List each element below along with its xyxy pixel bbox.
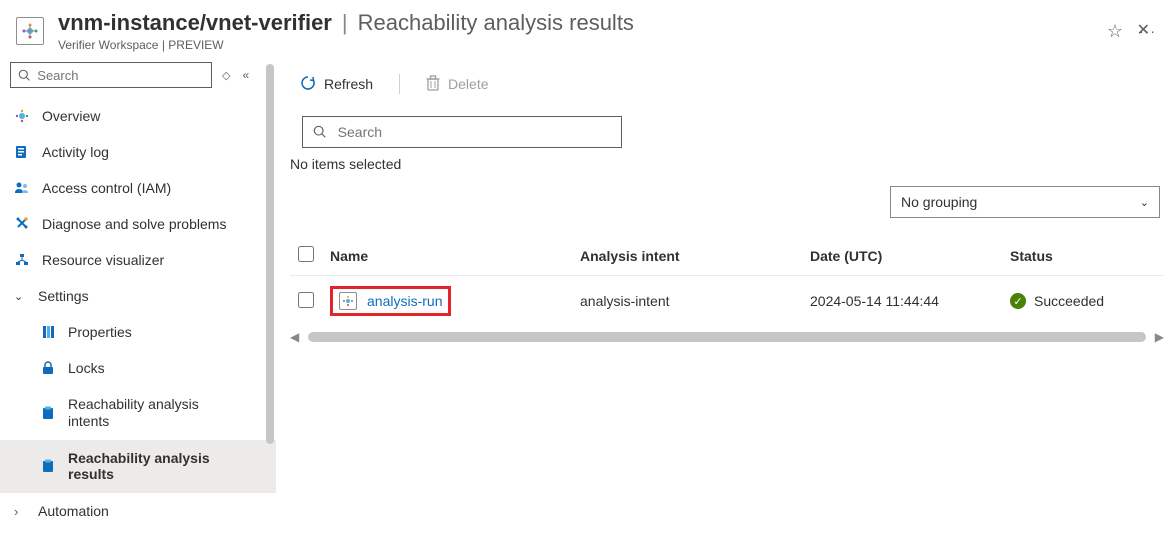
col-date[interactable]: Date (UTC) [802,236,1002,276]
annotation-highlight: analysis-run [330,286,451,316]
search-icon [17,69,31,82]
col-status[interactable]: Status [1002,236,1164,276]
table-row[interactable]: analysis-run analysis-intent 2024-05-14 … [290,276,1164,327]
chevron-right-icon: › [14,504,26,519]
grouping-value: No grouping [901,194,977,210]
row-date: 2024-05-14 11:44:44 [802,276,1002,327]
overview-icon [14,109,30,123]
scroll-left-icon[interactable]: ◀ [290,330,299,344]
sidebar-item-resource-visualizer[interactable]: Resource visualizer [0,242,276,278]
resource-type-icon [339,292,357,310]
sidebar-item-label: Properties [68,324,276,340]
sidebar-item-properties[interactable]: Properties [0,314,276,350]
grouping-select[interactable]: No grouping ⌄ [890,186,1160,218]
sidebar-item-label: Access control (IAM) [42,180,276,196]
page-title: Reachability analysis results [358,10,634,36]
selection-status: No items selected [282,156,1172,186]
sidebar-search-input[interactable] [37,68,205,83]
sidebar-item-label: Resource visualizer [42,252,276,268]
command-bar: Refresh Delete [282,62,1172,106]
resviz-icon [14,253,30,267]
sidebar-item-label: Automation [38,503,276,519]
breadcrumb-resource: vnm-instance/vnet-verifier [58,10,332,36]
sidebar-group-settings[interactable]: ⌄ Settings [0,278,276,314]
col-intent[interactable]: Analysis intent [572,236,802,276]
trash-icon [426,75,440,94]
sidebar-item-label: Overview [42,108,276,124]
clipboard-icon [40,459,56,473]
sidebar-item-locks[interactable]: Locks [0,350,276,386]
sidebar-item-iam[interactable]: Access control (IAM) [0,170,276,206]
status-text: Succeeded [1034,293,1104,309]
results-search-input[interactable] [338,124,611,140]
clipboard-icon [40,406,56,420]
sidebar-group-automation[interactable]: › Automation [0,493,276,529]
sidebar-item-label: Reachability analysis intents [68,392,223,434]
content-area: Refresh Delete No items selected No grou… [276,58,1172,537]
resource-type-icon [16,17,44,45]
sidebar: ◇ « Overview Activity log Access control… [0,58,276,537]
row-intent: analysis-intent [572,276,802,327]
refresh-label: Refresh [324,76,373,92]
select-all-checkbox[interactable] [298,246,314,262]
command-separator [399,74,400,94]
chevron-down-icon: ⌄ [14,290,26,303]
search-icon [313,125,328,139]
row-checkbox[interactable] [298,292,314,308]
properties-icon [40,325,56,339]
refresh-icon [300,75,316,94]
sidebar-search[interactable] [10,62,212,88]
sidebar-item-label: Reachability analysis results [68,446,223,488]
results-table: Name Analysis intent Date (UTC) Status [290,236,1164,326]
lock-icon [40,361,56,375]
results-search[interactable] [302,116,622,148]
iam-icon [14,181,30,195]
collapse-sidebar-button[interactable]: « [242,68,249,82]
sidebar-item-diagnose[interactable]: Diagnose and solve problems [0,206,276,242]
activity-icon [14,145,30,159]
sidebar-item-results[interactable]: Reachability analysis results [0,440,276,494]
horizontal-scrollbar[interactable]: ◀ ▶ [290,332,1164,344]
chevron-down-icon: ⌄ [1140,196,1149,209]
sidebar-item-label: Diagnose and solve problems [42,216,276,232]
sidebar-item-overview[interactable]: Overview [0,98,276,134]
scrollbar-thumb[interactable] [308,332,1146,342]
sidebar-item-label: Settings [38,288,276,304]
sidebar-nav: Overview Activity log Access control (IA… [0,98,276,529]
diagnose-icon [14,217,30,231]
delete-label: Delete [448,76,488,92]
star-icon[interactable]: ☆ [1107,21,1123,42]
refresh-button[interactable]: Refresh [294,71,379,98]
page-header: vnm-instance/vnet-verifier | Reachabilit… [0,0,1172,58]
col-name[interactable]: Name [322,236,572,276]
sidebar-item-intents[interactable]: Reachability analysis intents [0,386,276,440]
scroll-right-icon[interactable]: ▶ [1155,330,1164,344]
delete-button: Delete [420,71,494,98]
sidebar-item-label: Activity log [42,144,276,160]
expand-collapse-icon[interactable]: ◇ [222,69,230,82]
page-subtitle: Verifier Workspace | PREVIEW [58,38,634,52]
status-badge: ✓ Succeeded [1010,293,1156,309]
check-icon: ✓ [1010,293,1026,309]
sidebar-item-activity-log[interactable]: Activity log [0,134,276,170]
scrollbar-thumb[interactable] [266,64,274,444]
sidebar-item-label: Locks [68,360,276,376]
close-button[interactable]: ✕ [1137,20,1150,40]
sidebar-scrollbar[interactable] [266,58,274,537]
title-separator: | [342,10,348,36]
analysis-run-link[interactable]: analysis-run [367,293,442,309]
